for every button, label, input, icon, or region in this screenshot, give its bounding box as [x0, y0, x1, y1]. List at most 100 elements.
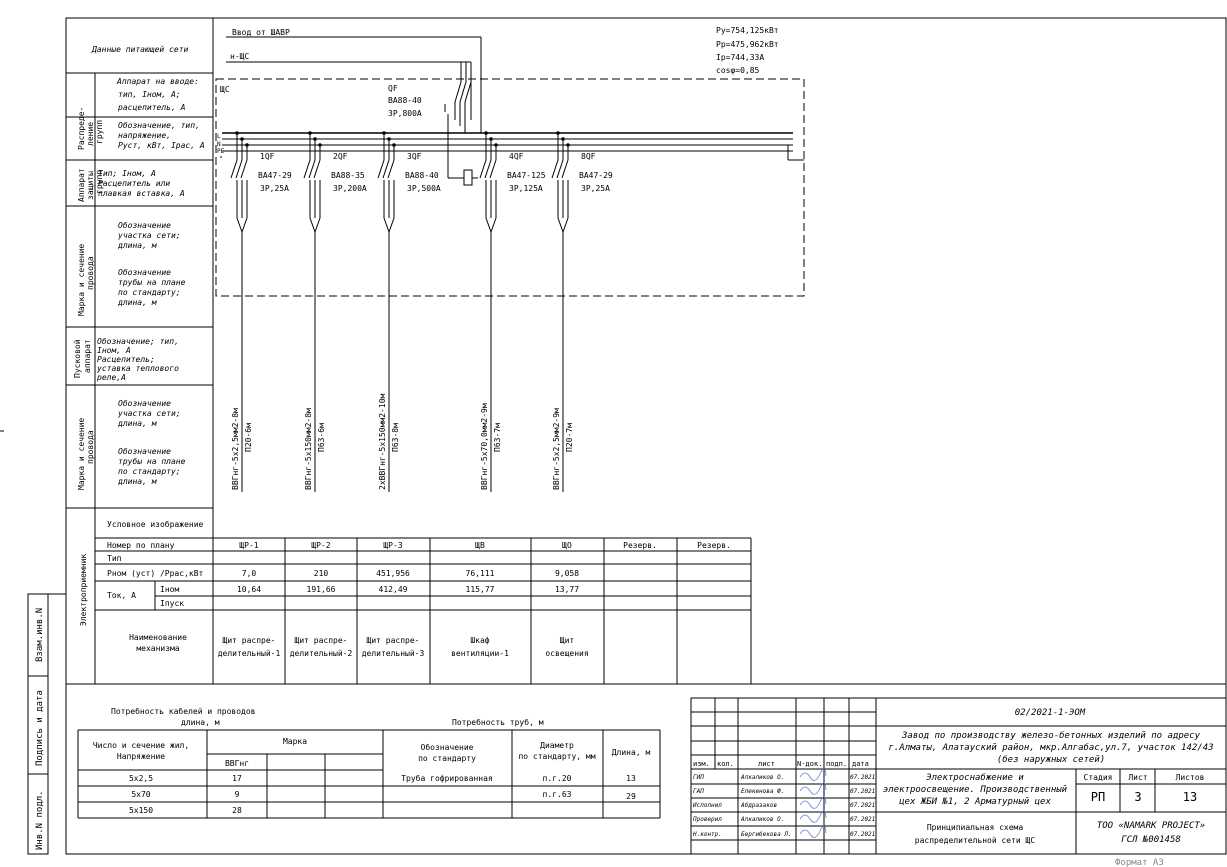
- switch-blade: [556, 159, 564, 179]
- feeder-name: 4QF: [509, 152, 524, 161]
- feeder-type-header: Тип; Iном, А Расцепитель или плавкая встав…: [98, 169, 185, 198]
- consumer-desc-1: Щит распре-: [295, 636, 348, 645]
- sheet-header: Лист: [1128, 773, 1147, 782]
- stamp-inv-orig: Инв.N подл.: [35, 790, 45, 850]
- pipe-row-1-len: 13: [626, 774, 636, 783]
- switch-blade: [230, 159, 238, 179]
- inom-header: Iном: [160, 585, 179, 594]
- staff-name: Алкаликов О.: [740, 816, 784, 823]
- feeder-type: ВА88-40: [405, 171, 439, 180]
- cable-col1-header: Число и сечение жил, Напряжение: [93, 741, 189, 761]
- cable-needs-title-2: длина, м: [181, 718, 220, 727]
- sheets-header: Листов: [1176, 773, 1205, 782]
- breaker2-header: Обозначение; тип, Iном, А Расцепитель; уста…: [96, 336, 179, 382]
- switch-blade: [308, 159, 316, 179]
- staff-date: 07.2021: [850, 774, 875, 781]
- bus-n-label: N: [217, 141, 221, 148]
- switch-blade: [303, 159, 311, 179]
- ct-box: [463, 169, 473, 186]
- bus-pe-label: PE: [217, 148, 225, 155]
- doc-code: 02/2021-1-ЭОМ: [1015, 708, 1086, 718]
- feeder-cable: ВВГнг-5х2,5мм2-9м: [552, 408, 561, 490]
- consumer-desc-2: делительный-2: [290, 649, 353, 658]
- feeder-cable: ВВГнг-5х70,0мм2-9м: [480, 403, 489, 490]
- switch-blade: [479, 159, 487, 179]
- main-breaker-type: ВА88-40: [388, 96, 422, 105]
- stamp-sign-date: Подпись и дата: [35, 690, 45, 766]
- staff-date: 07.2021: [850, 788, 875, 795]
- signature-mark: [799, 768, 827, 781]
- consumer-plan-number: ЩО: [562, 541, 572, 550]
- feeder-rating: 3Р,25А: [260, 184, 289, 193]
- schematic-sheet: Данные питающей сети Аппарат на вводе: ти…: [0, 17, 1227, 867]
- section2-header: Обозначение участка сети; длина, м: [117, 398, 181, 428]
- pipe-col3-header: Длина, м: [612, 748, 651, 757]
- cable-row-2-len: 9: [235, 790, 240, 799]
- cable-row-2-size: 5х70: [131, 790, 150, 799]
- consumer-desc-2: делительный-3: [362, 649, 425, 658]
- feeder-name: 2QF: [333, 152, 348, 161]
- feeder-pipe: П63-6м: [317, 423, 326, 452]
- feeder-type: ВА47-29: [258, 171, 292, 180]
- pipe2-header: Обозначение трубы на плане по стандарту; дл…: [117, 446, 186, 486]
- consumer-desc-2: вентиляции-1: [451, 649, 509, 658]
- feeder-rating: 3Р,25А: [581, 184, 610, 193]
- consumer-inom: 191,66: [307, 585, 336, 594]
- consumer-inom: 412,49: [379, 585, 408, 594]
- staff-role: Проверил: [692, 816, 722, 823]
- cable-row-1-size: 5х2,5: [129, 774, 153, 783]
- signature-mark: [799, 825, 827, 838]
- staff-role: ГАП: [693, 788, 704, 795]
- staff-name: Бергибекова Л.: [741, 831, 792, 838]
- panel-label: ЩС: [220, 85, 230, 94]
- consumer-plan-number: ЩР-1: [239, 541, 258, 550]
- phase-join: [485, 217, 492, 233]
- section1-header: Обозначение участка сети; длина, м: [117, 220, 181, 250]
- pipe-row-1-diam: п.г.20: [543, 774, 572, 783]
- consumer-desc-1: Щит распре-: [223, 636, 276, 645]
- vlabel-consumer: Электроприемник: [79, 554, 88, 626]
- consumer-power: 451,956: [376, 569, 410, 578]
- switch-blade: [377, 159, 385, 179]
- supply-cable-label: н-ЩС: [230, 52, 249, 61]
- company-name: ТОО «NAMARK PROJECT» ГСЛ №001458: [1097, 821, 1205, 845]
- pipe-col1-header: Обозначение по стандарту: [418, 742, 476, 763]
- tb-head-kol: кол.: [717, 760, 734, 768]
- reserve-1: Резерв.: [623, 541, 657, 550]
- consumer-desc-2: делительный-1: [218, 649, 281, 658]
- sheet-frame: [65, 17, 1227, 855]
- phase-join: [309, 217, 316, 233]
- switch-blade: [240, 159, 248, 179]
- consumer-power: 210: [314, 569, 329, 578]
- stage-header: Стадия: [1084, 773, 1113, 782]
- staff-date: 07.2021: [850, 831, 875, 838]
- phase-join: [383, 217, 390, 233]
- phase-join: [236, 217, 243, 233]
- cable-row-3-size: 5х150: [129, 806, 153, 815]
- consumer-inom: 13,77: [555, 585, 579, 594]
- current-header: Ток, А: [107, 591, 136, 600]
- switch-blade: [235, 159, 243, 179]
- phase-join: [557, 217, 564, 233]
- staff-name: Алкаликов О.: [740, 774, 784, 781]
- consumer-plan-number: ЩВ: [475, 541, 485, 550]
- vlabel-wire1: Марка и сечение: [77, 244, 86, 316]
- signature-mark: [799, 796, 827, 809]
- feeder-cable: ВВГнг-5х2,5мм2-8м: [231, 408, 240, 490]
- feeders-layer: 1QF ВА47-29 3Р,25А ВВГнг-5х2,5мм2-8м П20-6м 2…: [230, 114, 613, 492]
- vlabel-protection-2: защиты: [86, 171, 95, 200]
- staff-role: Н.контр.: [692, 831, 722, 838]
- feeder-rating: 3Р,500А: [407, 184, 441, 193]
- reserve-2: Резерв.: [697, 541, 731, 550]
- supply-param-ip: Ip=744,33А: [716, 53, 764, 62]
- stage-value: РП: [1091, 790, 1105, 804]
- switch-blade: [313, 159, 321, 179]
- vlabel-distribution-3: групп: [95, 120, 104, 144]
- phase-join: [388, 217, 395, 233]
- phase-join: [562, 217, 569, 233]
- cable-mark-sub: ВВГнг: [225, 759, 249, 768]
- tb-head-ndoc: N-док.: [797, 760, 822, 768]
- feeder-cable: 2хВВГнг-5х150мм2-10м: [378, 393, 387, 490]
- cable-row-3-len: 28: [232, 806, 242, 815]
- staff-role: Исполнил: [692, 802, 722, 809]
